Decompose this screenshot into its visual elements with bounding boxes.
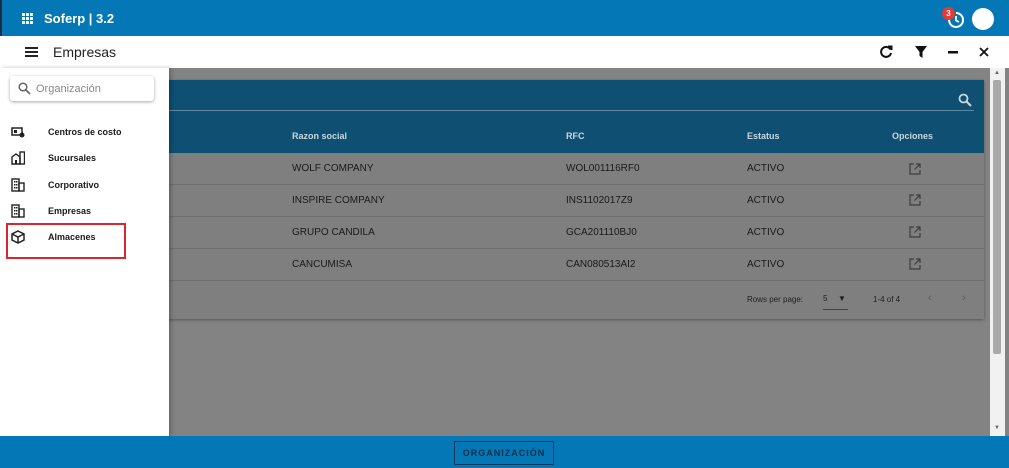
apps-grid-icon[interactable]: [22, 13, 33, 24]
branch-building-icon: [11, 151, 25, 165]
nav-item-label: Corporativo: [48, 180, 100, 190]
cell-estatus: ACTIVO: [747, 227, 785, 238]
notification-badge: 3: [942, 7, 955, 20]
nav-item-corporativo[interactable]: Corporativo: [8, 174, 158, 196]
nav-item-sucursales[interactable]: Sucursales: [8, 147, 158, 169]
table-search-input[interactable]: [150, 110, 974, 111]
refresh-button[interactable]: [877, 43, 895, 61]
filter-icon: [915, 46, 927, 58]
organization-search-input[interactable]: [36, 80, 146, 97]
rows-per-page-select[interactable]: 5 ▼: [823, 294, 848, 310]
cell-rfc: CAN080513AI2: [566, 259, 636, 270]
avatar[interactable]: [972, 8, 994, 30]
cell-rfc: WOL001116RF0: [566, 163, 640, 174]
rows-per-page-value: 5: [823, 294, 828, 303]
building-icon: [11, 204, 25, 218]
cell-estatus: ACTIVO: [747, 195, 785, 206]
scroll-up-arrow-icon[interactable]: ▲: [994, 70, 1000, 76]
refresh-icon: [880, 45, 893, 58]
scroll-down-arrow-icon[interactable]: ▼: [994, 425, 1000, 431]
organization-button[interactable]: ORGANIZACIÓN: [454, 441, 554, 465]
cell-rfc: GCA201110BJ0: [566, 227, 637, 238]
column-header-rfc[interactable]: RFC: [566, 131, 585, 141]
cell-razon-social: INSPIRE COMPANY: [292, 195, 385, 206]
table-header-area: [150, 80, 984, 153]
column-header-razon-social[interactable]: Razon social: [292, 131, 347, 141]
building-icon: [11, 178, 25, 192]
minus-icon: [948, 51, 958, 54]
filter-button[interactable]: [912, 43, 930, 61]
app-title: Soferp | 3.2: [44, 11, 115, 26]
cell-razon-social: CANCUMISA: [292, 259, 353, 270]
search-icon[interactable]: [958, 93, 972, 107]
row-divider: [150, 280, 984, 281]
minimize-button[interactable]: [944, 43, 962, 61]
nav-item-empresas[interactable]: Empresas: [8, 200, 158, 222]
column-header-estatus[interactable]: Estatus: [747, 131, 780, 141]
previous-page-icon[interactable]: ‹: [928, 292, 932, 304]
cell-razon-social: GRUPO CANDILA: [292, 227, 375, 238]
page-header: Empresas: [0, 36, 1009, 68]
open-in-new-icon[interactable]: [909, 258, 921, 270]
cost-center-icon: [11, 127, 25, 138]
cell-razon-social: WOLF COMPANY: [292, 163, 374, 174]
row-divider: [150, 248, 984, 249]
column-header-opciones: Opciones: [892, 131, 934, 141]
scrollbar-thumb[interactable]: [993, 80, 1001, 354]
open-in-new-icon[interactable]: [909, 194, 921, 206]
next-page-icon[interactable]: ›: [962, 292, 966, 304]
cell-estatus: ACTIVO: [747, 259, 785, 270]
close-icon: [979, 47, 989, 57]
search-icon: [18, 82, 31, 95]
cell-estatus: ACTIVO: [747, 163, 785, 174]
highlight-box: [6, 223, 126, 259]
open-in-new-icon[interactable]: [909, 163, 921, 175]
nav-item-label: Sucursales: [48, 153, 97, 163]
cell-rfc: INS1102017Z9: [566, 195, 633, 206]
close-button[interactable]: [975, 43, 993, 61]
menu-icon[interactable]: [25, 47, 38, 57]
nav-item-label: Empresas: [48, 206, 92, 216]
nav-item-centros-de-costo[interactable]: Centros de costo: [8, 121, 158, 143]
row-divider: [150, 216, 984, 217]
rows-per-page-label: Rows per page:: [747, 295, 804, 304]
open-in-new-icon[interactable]: [909, 226, 921, 238]
app-bar: Soferp | 3.2 3: [0, 0, 1009, 36]
pagination-range: 1-4 of 4: [873, 295, 901, 304]
dropdown-arrow-icon: ▼: [838, 294, 846, 303]
page-title: Empresas: [53, 44, 117, 60]
organization-search[interactable]: [10, 76, 154, 101]
row-divider: [150, 184, 984, 185]
nav-item-label: Centros de costo: [48, 127, 122, 137]
